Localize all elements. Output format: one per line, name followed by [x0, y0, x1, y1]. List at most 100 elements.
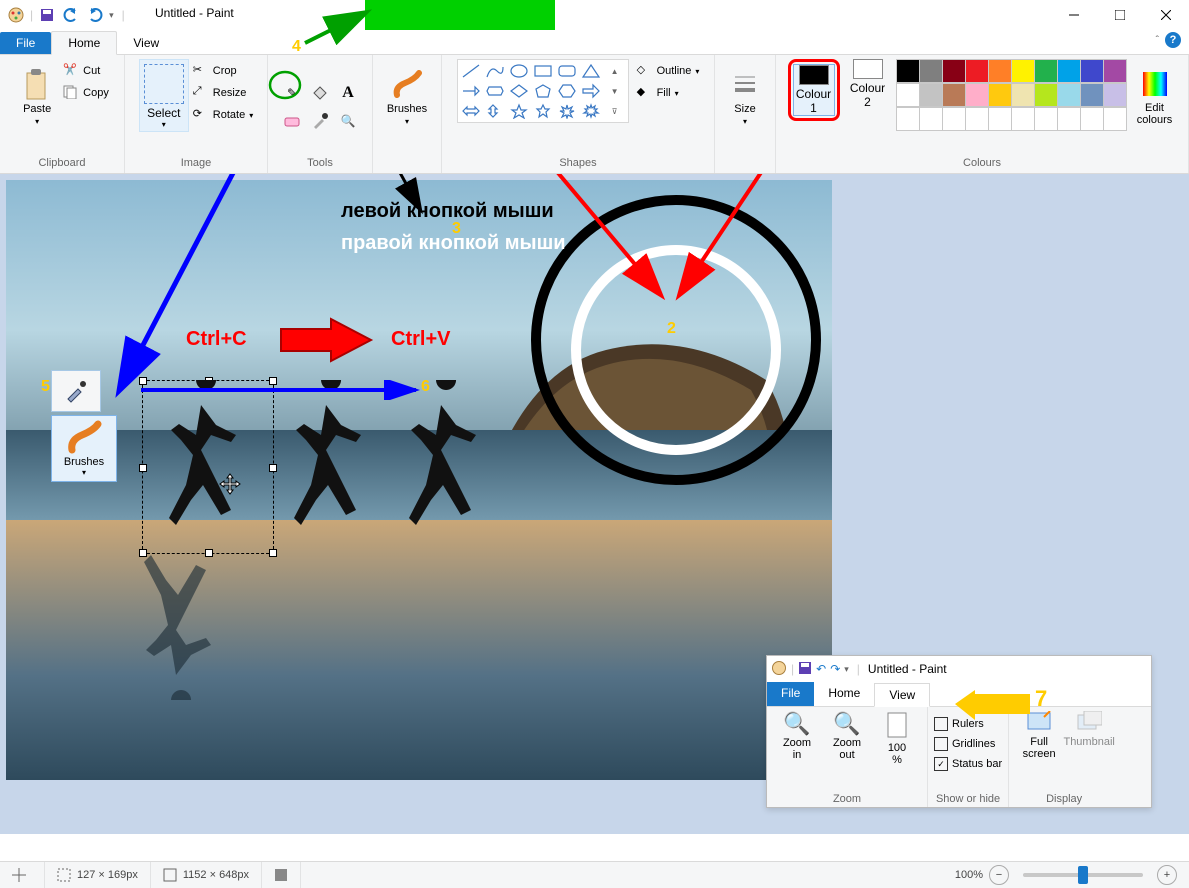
colour-swatch[interactable]	[1103, 107, 1127, 131]
colour-swatch[interactable]	[1057, 59, 1081, 83]
colour1-button[interactable]: Colour 1	[793, 64, 835, 116]
full-screen-button[interactable]: Full screen	[1015, 711, 1063, 760]
thumbnail-button[interactable]: Thumbnail	[1065, 711, 1113, 760]
colour-palette[interactable]	[896, 59, 1125, 131]
annotation-num-4: 4	[292, 38, 301, 56]
colour-swatch[interactable]	[1011, 107, 1035, 131]
colour-swatch[interactable]	[1080, 59, 1104, 83]
rulers-checkbox[interactable]: Rulers	[934, 717, 1002, 731]
tab-view[interactable]: View	[117, 32, 175, 54]
colour-swatch[interactable]	[988, 59, 1012, 83]
save-icon[interactable]	[37, 5, 57, 25]
paste-button[interactable]: Paste ▾	[15, 59, 59, 131]
canvas[interactable]: Brushes ▾ левой кнопкой мыши правой кноп…	[6, 180, 832, 780]
shapes-gallery[interactable]: ▲ ▼ ⊽	[460, 62, 626, 120]
qat-dropdown-icon[interactable]: ▾	[109, 10, 114, 21]
close-button[interactable]	[1143, 0, 1189, 30]
colour-swatch[interactable]	[1057, 107, 1081, 131]
copy-button[interactable]: Copy	[63, 85, 109, 101]
zoom-in-button[interactable]: 🔍Zoom in	[773, 711, 821, 766]
cursor-pos-icon	[12, 868, 26, 882]
brushes-button[interactable]: Brushes ▾	[385, 59, 429, 131]
colour2-button[interactable]: Colour 2	[848, 59, 888, 109]
undo-icon[interactable]: ↶	[816, 662, 826, 676]
annotation-left-click: левой кнопкой мыши	[341, 200, 554, 223]
photo-reflection	[6, 520, 832, 780]
zoom-100-button[interactable]: 100 %	[873, 711, 921, 766]
colour-swatch[interactable]	[1103, 59, 1127, 83]
gridlines-checkbox[interactable]: Gridlines	[934, 737, 1002, 751]
magnifier-tool[interactable]: 🔍	[336, 109, 360, 133]
select-button[interactable]: Select ▾	[139, 59, 189, 132]
pencil-tool[interactable]: ✎	[280, 81, 304, 105]
collapse-ribbon-icon[interactable]: ˆ	[1156, 35, 1159, 46]
annotation-ctrlv: Ctrl+V	[391, 328, 450, 351]
colour-swatch[interactable]	[965, 107, 989, 131]
colour-swatch[interactable]	[919, 59, 943, 83]
picker-callout	[51, 370, 101, 412]
zoom-in-button[interactable]: +	[1157, 865, 1177, 885]
ribbon-home: Paste ▾ ✂️Cut Copy Clipboard Select ▾ ✂C…	[0, 55, 1189, 174]
statusbar-checkbox[interactable]: ✓Status bar	[934, 757, 1002, 771]
inset-tab-home[interactable]: Home	[814, 682, 874, 706]
zoom-out-button[interactable]: 🔍Zoom out	[823, 711, 871, 766]
zoom-out-button[interactable]: −	[989, 865, 1009, 885]
zoom-thumb[interactable]	[1078, 866, 1088, 884]
tab-file[interactable]: File	[0, 32, 51, 54]
colour-swatch[interactable]	[988, 83, 1012, 107]
outline-button[interactable]: ◇Outline ▾	[637, 63, 700, 79]
help-icon[interactable]: ?	[1165, 32, 1181, 48]
inset-tab-file[interactable]: File	[767, 682, 814, 706]
colour-swatch[interactable]	[965, 83, 989, 107]
colour-swatch[interactable]	[988, 107, 1012, 131]
colour-swatch[interactable]	[1057, 83, 1081, 107]
colour-swatch[interactable]	[1011, 83, 1035, 107]
maximize-button[interactable]	[1097, 0, 1143, 30]
undo-icon[interactable]	[61, 5, 81, 25]
redo-icon[interactable]: ↷	[830, 662, 840, 676]
resize-button[interactable]: ⤢Resize	[193, 85, 253, 101]
zoom-slider[interactable]	[1023, 873, 1143, 877]
cut-button[interactable]: ✂️Cut	[63, 63, 109, 79]
outline-icon: ◇	[637, 63, 653, 79]
edit-colours-button[interactable]: Edit colours	[1133, 59, 1177, 131]
picker-tool[interactable]	[308, 109, 332, 133]
colour-swatch[interactable]	[1103, 83, 1127, 107]
rotate-button[interactable]: ⟳Rotate ▾	[193, 107, 253, 123]
crop-button[interactable]: ✂Crop	[193, 63, 253, 79]
annotation-num-5: 5	[41, 378, 50, 396]
colour-swatch[interactable]	[896, 59, 920, 83]
fill-tool[interactable]	[308, 81, 332, 105]
text-tool[interactable]: A	[336, 81, 360, 105]
colour-swatch[interactable]	[1034, 83, 1058, 107]
inset-tab-view[interactable]: View	[874, 683, 930, 707]
group-clipboard: Paste ▾ ✂️Cut Copy Clipboard	[0, 55, 125, 173]
chevron-down-icon: ▾	[35, 117, 39, 126]
colour-swatch[interactable]	[1011, 59, 1035, 83]
minimize-button[interactable]	[1051, 0, 1097, 30]
colour-swatch[interactable]	[896, 83, 920, 107]
colour-swatch[interactable]	[1080, 83, 1104, 107]
colour-swatch[interactable]	[1034, 59, 1058, 83]
colour-swatch[interactable]	[1080, 107, 1104, 131]
eraser-tool[interactable]	[280, 109, 304, 133]
colour-swatch[interactable]	[896, 107, 920, 131]
paint-app-icon	[6, 5, 26, 25]
colour-swatch[interactable]	[919, 107, 943, 131]
redo-icon[interactable]	[85, 5, 105, 25]
tab-home[interactable]: Home	[51, 31, 117, 55]
colour-swatch[interactable]	[965, 59, 989, 83]
brush-icon	[66, 420, 102, 456]
group-colours: Colour 1 Colour 2 Edit colours Colours	[776, 55, 1189, 173]
resize-icon: ⤢	[193, 85, 209, 101]
colour-swatch[interactable]	[1034, 107, 1058, 131]
colour-swatch[interactable]	[942, 83, 966, 107]
colour-swatch[interactable]	[942, 59, 966, 83]
size-button[interactable]: Size ▾	[723, 59, 767, 131]
colour-swatch[interactable]	[942, 107, 966, 131]
save-icon[interactable]	[798, 661, 812, 678]
fill-button[interactable]: ◆Fill ▾	[637, 85, 700, 101]
status-zoom: 100% − +	[943, 862, 1189, 888]
fill-icon: ◆	[637, 85, 653, 101]
colour-swatch[interactable]	[919, 83, 943, 107]
